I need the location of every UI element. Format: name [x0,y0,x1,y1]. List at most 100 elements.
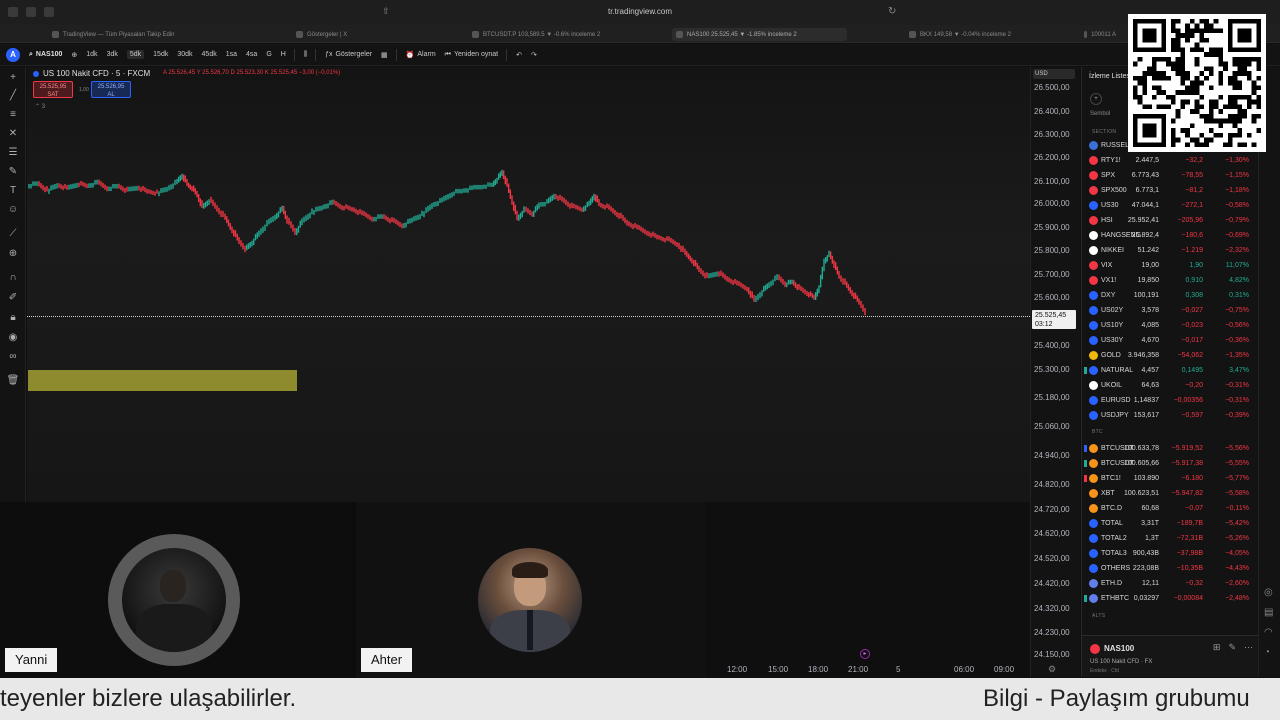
watchlist-row[interactable]: OTHERS 223,08B −10,35B −4,43% [1082,561,1258,576]
watchlist-row[interactable]: US30 47.044,1 −272,1 −0,58% [1082,198,1258,213]
add-symbol-button[interactable]: + [1090,93,1102,105]
eye-icon[interactable]: ◉ [6,331,20,345]
watchlist-section-label[interactable]: SECTION [1092,129,1116,135]
replay-button[interactable]: ⏮ Yeniden oynat [445,51,498,59]
watchlist-row[interactable]: BTC.D 60,68 −0,07 −0,11% [1082,501,1258,516]
watchlist-row[interactable]: EURUSD 1,14837 −0,00356 −0,31% [1082,393,1258,408]
browser-tab[interactable]: Göstergeler | X [292,28,452,41]
price-axis[interactable]: USD 25.525,45 03:12 26.500,00 26.400,00 26.… [1030,67,1080,677]
edit-icon[interactable]: ✎ [1228,642,1236,653]
watchlist-section-label[interactable]: ALTS [1092,613,1105,619]
legend-collapse-toggle[interactable]: ⌃ 3 [35,103,45,110]
time-axis[interactable]: 12:00 15:00 18:00 21:00 5 06:00 09:00 [700,662,1030,678]
watchlist-row[interactable]: ETH.D 12,11 −0,32 −2,60% [1082,576,1258,591]
grid-icon[interactable]: ⊞ [1213,642,1221,653]
magnet-icon[interactable]: ∩ [6,271,20,285]
reload-icon[interactable]: ↻ [888,6,896,17]
watchlist-section-label[interactable]: BTC [1092,429,1103,435]
watchlist-row[interactable]: DXY 100,191 0,308 0,31% [1082,288,1258,303]
currency-badge[interactable]: USD [1033,69,1075,79]
watchlist-row[interactable]: VIX 19,00 1,90 11,07% [1082,258,1258,273]
browser-tab[interactable]: BTCUSDT.P 103,589.5 ▼ -0.6% inceleme 2 [468,28,638,41]
icons-tool-icon[interactable]: ☺ [6,203,20,217]
chart-pane[interactable]: US 100 Nakit CFD · 5 · FXCM A 25.526,45 … [27,67,1030,502]
watchlist-row[interactable]: ETHBTC 0,03297 −0,00084 −2,48% [1082,591,1258,606]
watchlist-row[interactable]: TOTAL 3,31T −189,7B −5,42% [1082,516,1258,531]
redo-button[interactable]: ↷ [531,51,537,59]
projection-icon[interactable]: ☰ [6,146,20,160]
browser-tab[interactable]: BKX 149,58 ▼ -0.04% inceleme 2 [905,28,1065,41]
interval-5dk[interactable]: 5dk [126,50,145,59]
indicators-button[interactable]: ƒx Göstergeler [325,51,372,58]
chart-settings-icon[interactable]: ⚙ [1048,664,1056,675]
watchlist-row[interactable]: HANGSENG 25.892,4 −180,6 −0,69% [1082,228,1258,243]
watchlist-row[interactable]: HSI 25.952,41 −205,96 −0,79% [1082,213,1258,228]
drawn-rectangle[interactable] [28,370,297,391]
stay-drawing-icon[interactable]: ✐ [6,291,20,305]
lock-icon[interactable]: 🔒︎ [6,311,20,325]
target-icon[interactable]: ◎ [1264,587,1273,598]
flag-icon[interactable] [1084,595,1087,602]
window-controls[interactable] [8,7,54,17]
interval-1dk[interactable]: 1dk [86,50,97,59]
flag-icon[interactable] [1084,445,1087,452]
column-header-symbol[interactable]: Sembol [1090,111,1110,117]
pattern-icon[interactable]: ✕ [6,127,20,141]
watchlist-title[interactable]: İzleme Listesi [1089,73,1131,80]
flag-icon[interactable] [1084,367,1087,374]
watchlist-row[interactable]: RTY1! 2.447,5 −32,2 −1,30% [1082,153,1258,168]
watchlist-row[interactable]: TOTAL3 900,43B −37,98B −4,05% [1082,546,1258,561]
browser-tab[interactable]: 100011 A [1080,28,1120,41]
symbol-search-button[interactable]: ⌕ NAS100 [29,51,62,59]
feed-icon[interactable]: ◠ [1264,627,1273,638]
zoom-icon[interactable]: ⊕ [6,247,20,261]
watchlist-row[interactable]: US30Y 4,670 −0,017 −0,36% [1082,333,1258,348]
watchlist-row[interactable]: US02Y 3,578 −0,027 −0,75% [1082,303,1258,318]
watchlist-row[interactable]: GOLD 3.946,358 −54,062 −1,35% [1082,348,1258,363]
interval-30dk[interactable]: 30dk [177,50,192,59]
go-to-realtime-icon[interactable]: ▸ [860,649,870,659]
watchlist-row[interactable]: VX1! 19,850 0,910 4,82% [1082,273,1258,288]
browser-tab[interactable]: TradingView — Tüm Piyasaları Takip Edin [48,28,228,41]
buy-button[interactable]: 25.526,95 AL [91,81,131,98]
watchlist-row[interactable]: BTCUSDT 100.605,66 −5.917,38 −5,55% [1082,456,1258,471]
watchlist-row[interactable]: USDJPY 153,617 −0,597 −0,39% [1082,408,1258,423]
interval-45dk[interactable]: 45dk [202,50,217,59]
alert-button[interactable]: ⏰ Alarm [406,51,436,59]
interval-H[interactable]: H [281,50,286,59]
link-icon[interactable]: ∞ [6,350,20,364]
watchlist-row[interactable]: NATURAL 4,457 0,1495 3,47% [1082,363,1258,378]
watchlist-row[interactable]: BTCUSDT 100.633,78 −5.919,52 −5,56% [1082,441,1258,456]
templates-button[interactable]: ▦ [381,51,388,59]
calendar-icon[interactable]: ▤ [1264,607,1273,618]
flag-icon[interactable] [1084,460,1087,467]
share-icon[interactable]: ⇧ [382,6,390,17]
fib-icon[interactable]: ≡ [6,108,20,122]
watchlist-row[interactable]: US10Y 4,085 −0,023 −0,56% [1082,318,1258,333]
interval-4sa[interactable]: 4sa [246,50,257,59]
chart-type-button[interactable]: ⫼ [304,51,307,59]
trendline-icon[interactable]: ╱ [6,89,20,103]
flag-icon[interactable] [1084,475,1087,482]
details-symbol[interactable]: NAS100 [1104,644,1134,653]
notifications-icon[interactable]: ◔ [1264,647,1270,658]
ruler-icon[interactable]: ⟋ [6,227,20,241]
interval-G[interactable]: G [266,50,271,59]
interval-15dk[interactable]: 15dk [153,50,168,59]
address-bar[interactable]: tr.tradingview.com [560,7,720,16]
chart-legend[interactable]: US 100 Nakit CFD · 5 · FXCM [33,69,150,78]
sell-button[interactable]: 25.525,95 SAT [33,81,73,98]
text-icon[interactable]: T [6,184,20,198]
interval-1sa[interactable]: 1sa [226,50,237,59]
brush-icon[interactable]: ✎ [6,165,20,179]
crosshair-icon[interactable]: + [6,71,20,85]
more-icon[interactable]: ⋯ [1244,642,1253,653]
watchlist-row[interactable]: XBT 100.623,51 −5.947,82 −5,58% [1082,486,1258,501]
watchlist-row[interactable]: BTC1! 103.890 −6.180 −5,77% [1082,471,1258,486]
trash-icon[interactable]: 🗑︎ [6,374,20,388]
user-avatar[interactable]: A [6,47,20,62]
interval-3dk[interactable]: 3dk [107,50,118,59]
watchlist-row[interactable]: SPX500 6.773,1 −81,2 −1,18% [1082,183,1258,198]
undo-button[interactable]: ↶ [516,51,522,59]
watchlist-row[interactable]: SPX 6.773,43 −78,55 −1,15% [1082,168,1258,183]
